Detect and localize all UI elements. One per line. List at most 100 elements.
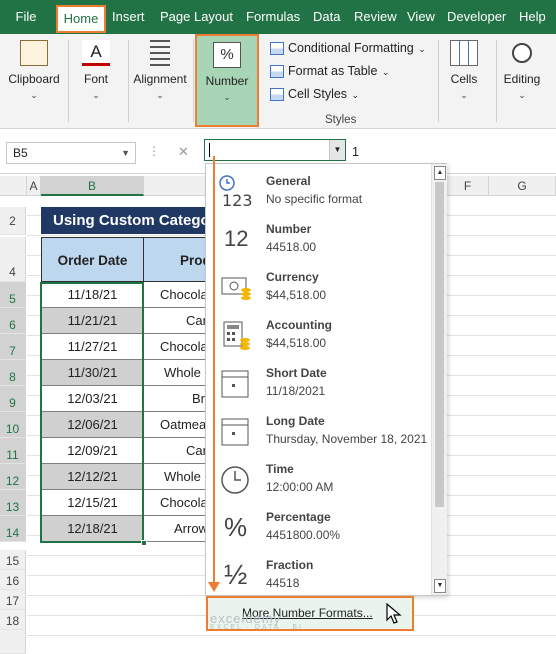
tab-help[interactable]: Help bbox=[519, 0, 546, 34]
tab-formulas[interactable]: Formulas bbox=[246, 0, 300, 34]
row-header[interactable]: 14 bbox=[0, 516, 26, 542]
order-date-cell[interactable]: 12/18/21 bbox=[41, 516, 144, 542]
row-header[interactable]: 13 bbox=[0, 490, 26, 516]
format-sample: 44518.00 bbox=[266, 240, 317, 254]
row-header[interactable]: 9 bbox=[0, 386, 26, 412]
column-header-c[interactable] bbox=[144, 176, 206, 196]
product-cell[interactable]: Whole bbox=[143, 360, 208, 386]
column-header-g[interactable]: G bbox=[489, 176, 556, 196]
product-cell[interactable]: Arrowroot bbox=[143, 516, 208, 542]
mouse-pointer-icon bbox=[386, 602, 402, 628]
tab-home[interactable]: Home bbox=[56, 5, 106, 33]
format-name: Short Date bbox=[266, 366, 327, 380]
order-date-cell[interactable]: 12/06/21 bbox=[41, 412, 144, 438]
row-header[interactable]: 18 bbox=[0, 610, 26, 630]
format-option-accounting[interactable]: Accounting $44,518.00 bbox=[206, 310, 430, 358]
scroll-down-icon[interactable]: ▼ bbox=[434, 579, 446, 593]
row-header[interactable]: 11 bbox=[0, 438, 26, 464]
number-format-select[interactable]: ▼ bbox=[204, 139, 346, 161]
tab-developer[interactable]: Developer bbox=[447, 0, 506, 34]
clipboard-button[interactable]: Clipboard ⌄ bbox=[4, 40, 64, 101]
row-header[interactable]: 6 bbox=[0, 308, 26, 334]
cells-button[interactable]: Cells ⌄ bbox=[434, 40, 494, 101]
conditional-formatting-button[interactable]: Conditional Formatting ⌄ bbox=[270, 38, 426, 58]
format-option-fraction[interactable]: ½ Fraction 44518 bbox=[206, 550, 430, 598]
ribbon: Clipboard ⌄ A Font ⌄ Alignment ⌄ % Numbe… bbox=[0, 34, 556, 129]
order-date-cell[interactable]: 12/15/21 bbox=[41, 490, 144, 516]
percent-icon: % bbox=[224, 512, 248, 542]
fill-handle[interactable] bbox=[141, 540, 147, 546]
row-header[interactable] bbox=[0, 630, 26, 654]
number-button[interactable]: % Number ⌄ bbox=[195, 34, 259, 127]
order-date-cell[interactable]: 12/03/21 bbox=[41, 386, 144, 412]
ribbon-divider bbox=[128, 40, 129, 122]
alignment-button[interactable]: Alignment ⌄ bbox=[130, 40, 190, 101]
tab-page-layout[interactable]: Page Layout bbox=[160, 0, 233, 34]
format-option-percentage[interactable]: % Percentage 4451800.00% bbox=[206, 502, 430, 550]
product-cell[interactable]: Whole bbox=[143, 464, 208, 490]
tab-view[interactable]: View bbox=[407, 0, 435, 34]
order-date-cell[interactable]: 11/18/21 bbox=[41, 282, 144, 308]
format-option-number[interactable]: 12 Number 44518.00 bbox=[206, 214, 430, 262]
row-header[interactable]: 2 bbox=[0, 207, 26, 235]
cell-styles-button[interactable]: Cell Styles ⌄ bbox=[270, 84, 359, 104]
scroll-up-icon[interactable]: ▲ bbox=[434, 166, 446, 180]
order-date-cell[interactable]: 12/12/21 bbox=[41, 464, 144, 490]
column-header-f[interactable]: F bbox=[447, 176, 489, 196]
number-12-icon: 12 bbox=[224, 226, 249, 251]
format-as-table-button[interactable]: Format as Table ⌄ bbox=[270, 61, 389, 81]
row-header[interactable]: 8 bbox=[0, 360, 26, 386]
column-header-b[interactable]: B bbox=[41, 176, 144, 196]
row-header[interactable]: 10 bbox=[0, 412, 26, 438]
editing-button[interactable]: Editing ⌄ bbox=[492, 40, 552, 101]
product-cell[interactable]: Chocolate bbox=[143, 490, 208, 516]
accounting-icon bbox=[218, 318, 256, 352]
row-header[interactable]: 16 bbox=[0, 570, 26, 590]
dropdown-scrollbar[interactable]: ▲ ▼ bbox=[431, 164, 447, 595]
row-header[interactable]: 12 bbox=[0, 464, 26, 490]
search-icon bbox=[512, 43, 532, 63]
order-date-cell[interactable]: 12/09/21 bbox=[41, 438, 144, 464]
name-box[interactable]: B5 ▼ bbox=[6, 142, 136, 164]
chevron-down-icon[interactable]: ▼ bbox=[121, 143, 130, 163]
formula-input[interactable]: 1 bbox=[352, 145, 359, 159]
order-date-cell[interactable]: 11/27/21 bbox=[41, 334, 144, 360]
font-button[interactable]: A Font ⌄ bbox=[66, 40, 126, 101]
row-header[interactable]: 4 bbox=[0, 237, 26, 282]
format-option-general[interactable]: 123 General No specific format bbox=[206, 166, 430, 214]
product-cell[interactable]: Carrot bbox=[143, 438, 208, 464]
tab-review[interactable]: Review bbox=[354, 0, 397, 34]
product-cell[interactable]: Carrot bbox=[143, 308, 208, 334]
tab-insert[interactable]: Insert bbox=[112, 0, 145, 34]
scrollbar-thumb[interactable] bbox=[435, 182, 444, 507]
calendar-icon bbox=[218, 414, 256, 448]
product-cell[interactable]: Oatmeal bbox=[143, 412, 208, 438]
product-cell[interactable]: Bran bbox=[143, 386, 208, 412]
row-header[interactable]: 7 bbox=[0, 334, 26, 360]
tab-data[interactable]: Data bbox=[313, 0, 340, 34]
svg-text:123: 123 bbox=[222, 191, 253, 208]
chevron-down-icon: ⌄ bbox=[223, 92, 231, 102]
chevron-down-icon: ⌄ bbox=[379, 67, 390, 77]
row-header[interactable]: 15 bbox=[0, 550, 26, 570]
cancel-icon[interactable]: ✕ bbox=[178, 144, 189, 160]
tab-file[interactable]: File bbox=[0, 0, 52, 34]
chevron-down-icon[interactable]: ▼ bbox=[329, 140, 345, 160]
product-cell[interactable]: Chocolate bbox=[143, 282, 208, 308]
format-as-table-icon bbox=[270, 65, 284, 79]
format-option-time[interactable]: Time 12:00:00 AM bbox=[206, 454, 430, 502]
format-option-short-date[interactable]: Short Date 11/18/2021 bbox=[206, 358, 430, 406]
column-header-a[interactable]: A bbox=[27, 176, 41, 196]
format-sample: Thursday, November 18, 2021 bbox=[266, 432, 428, 446]
format-name: Long Date bbox=[266, 414, 325, 428]
order-date-cell[interactable]: 11/21/21 bbox=[41, 308, 144, 334]
order-date-cell[interactable]: 11/30/21 bbox=[41, 360, 144, 386]
format-option-currency[interactable]: Currency $44,518.00 bbox=[206, 262, 430, 310]
product-cell[interactable]: Chocolate bbox=[143, 334, 208, 360]
row-header[interactable]: 17 bbox=[0, 590, 26, 610]
format-option-long-date[interactable]: Long Date Thursday, November 18, 2021 bbox=[206, 406, 430, 454]
annotation-arrow-head bbox=[208, 582, 220, 592]
select-all-corner[interactable] bbox=[0, 176, 27, 196]
row-header[interactable]: 5 bbox=[0, 282, 26, 308]
styles-group-label: Styles bbox=[325, 114, 357, 126]
